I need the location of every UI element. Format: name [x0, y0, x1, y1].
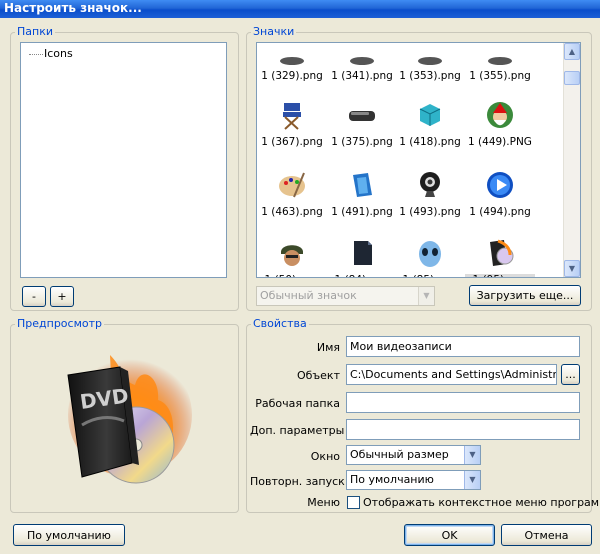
chevron-down-icon: ▼: [418, 287, 434, 305]
preview-legend: Предпросмотр: [17, 317, 102, 330]
icon-size-select[interactable]: Обычный значок ▼: [256, 286, 435, 306]
icon-item[interactable]: 1 (355).png: [465, 43, 535, 95]
icon-item[interactable]: 1 (463).png: [257, 161, 327, 231]
icon-size-value: Обычный значок: [260, 289, 357, 302]
partial-icon: [280, 57, 304, 65]
tree-line: [29, 53, 43, 55]
paint-palette-icon: [279, 172, 305, 198]
icons-list[interactable]: 1 (329).png 1 (341).png 1 (353).png 1 (355)…: [256, 42, 581, 278]
icon-item[interactable]: 1 (50).png: [257, 229, 327, 277]
media-play-icon: [487, 172, 513, 198]
properties-legend: Свойства: [253, 317, 307, 330]
repeat-launch-value: По умолчанию: [350, 473, 434, 486]
santa-icon: [487, 102, 513, 128]
scroll-down-icon[interactable]: ▼: [564, 260, 580, 277]
window-mode-value: Обычный размер: [350, 448, 449, 461]
context-menu-checkbox-label[interactable]: Отображать контекстное меню программы: [363, 496, 600, 509]
director-chair-icon: [283, 103, 301, 130]
menu-label: Меню: [307, 496, 340, 509]
name-label: Имя: [316, 341, 340, 354]
blue-book-icon: [353, 173, 372, 197]
icon-item-label: 1 (491).png: [331, 206, 393, 218]
scroll-thumb[interactable]: [564, 71, 580, 85]
icon-item-label: 1 (85).png: [395, 274, 465, 277]
params-label: Доп. параметры: [250, 424, 345, 437]
icons-legend: Значки: [253, 25, 295, 38]
icon-item[interactable]: 1 (491).png: [327, 161, 397, 231]
icon-item-label: 1 (355).png: [469, 70, 531, 82]
partial-icon: [418, 57, 442, 65]
usb-drive-icon: [349, 111, 375, 121]
default-button[interactable]: По умолчанию: [13, 524, 125, 546]
object-label: Объект: [296, 369, 340, 382]
icons-scrollbar[interactable]: ▲ ▼: [563, 43, 580, 277]
folders-legend: Папки: [17, 25, 53, 38]
icon-item-label: 1 (95).png: [465, 274, 535, 277]
icon-item-label: 1 (375).png: [331, 136, 393, 148]
icon-item[interactable]: 1 (493).png: [395, 161, 465, 231]
icon-item[interactable]: 1 (367).png: [257, 91, 327, 161]
icon-item-label: 1 (463).png: [261, 206, 323, 218]
object-input[interactable]: C:\Documents and Settings\Administrator\…: [346, 364, 557, 385]
browse-button[interactable]: ...: [561, 364, 580, 385]
params-input[interactable]: [346, 419, 580, 440]
icon-item-label: 1 (84).png: [327, 274, 397, 277]
window-title: Настроить значок...: [0, 0, 600, 18]
icon-item-label: 1 (418).png: [399, 136, 461, 148]
icon-item[interactable]: 1 (494).png: [465, 161, 535, 231]
soldier-helmet-icon: [281, 245, 303, 266]
repeat-launch-label: Повторн. запуск: [250, 475, 345, 488]
icon-item-label: 1 (353).png: [399, 70, 461, 82]
ok-button[interactable]: OK: [404, 524, 495, 546]
tree-item-label: Icons: [44, 47, 73, 60]
workdir-input[interactable]: [346, 392, 580, 413]
icon-item[interactable]: 1 (95).png: [465, 229, 535, 277]
name-input[interactable]: Мои видеозаписи: [346, 336, 580, 357]
tree-item-icons[interactable]: Icons: [29, 47, 73, 60]
context-menu-checkbox[interactable]: [347, 496, 360, 509]
dvd-box-icon: [490, 239, 514, 266]
partial-icon: [488, 57, 512, 65]
webcam-icon: [420, 172, 440, 197]
icon-item-label: 1 (367).png: [261, 136, 323, 148]
icon-item[interactable]: 1 (449).PNG: [465, 91, 535, 161]
customize-icon-dialog: Настроить значок... Папки Icons - + Знач…: [0, 0, 600, 554]
icon-item[interactable]: 1 (375).png: [327, 91, 397, 161]
window-mode-select[interactable]: Обычный размер ▼: [346, 445, 481, 465]
chevron-down-icon: ▼: [464, 471, 480, 489]
window-mode-label: Окно: [310, 450, 340, 463]
icon-item-label: 1 (493).png: [399, 206, 461, 218]
cube-network-icon: [419, 104, 441, 126]
icon-item-label: 1 (341).png: [331, 70, 393, 82]
dvd-box-icon: DVD: [67, 353, 192, 484]
partial-icon: [350, 57, 374, 65]
add-folder-button[interactable]: +: [50, 286, 74, 307]
load-more-button[interactable]: Загрузить еще...: [469, 285, 581, 306]
dark-box-icon: [354, 241, 372, 265]
icon-item[interactable]: 1 (84).png: [327, 229, 397, 277]
icon-item-label: 1 (329).png: [261, 70, 323, 82]
icon-item[interactable]: 1 (353).png: [395, 43, 465, 95]
icon-item[interactable]: 1 (329).png: [257, 43, 327, 95]
remove-folder-button[interactable]: -: [22, 286, 46, 307]
folders-tree[interactable]: Icons: [20, 42, 227, 278]
repeat-launch-select[interactable]: По умолчанию ▼: [346, 470, 481, 490]
icon-item[interactable]: 1 (85).png: [395, 229, 465, 277]
chevron-down-icon: ▼: [464, 446, 480, 464]
icon-item-label: 1 (50).png: [257, 274, 327, 277]
workdir-label: Рабочая папка: [255, 397, 340, 410]
scroll-up-icon[interactable]: ▲: [564, 43, 580, 60]
alien-face-icon: [419, 241, 441, 267]
cancel-button[interactable]: Отмена: [501, 524, 592, 546]
icon-item[interactable]: 1 (341).png: [327, 43, 397, 95]
icon-item[interactable]: 1 (418).png: [395, 91, 465, 161]
icon-item-label: 1 (494).png: [469, 206, 531, 218]
icon-item-label: 1 (449).PNG: [468, 136, 532, 148]
